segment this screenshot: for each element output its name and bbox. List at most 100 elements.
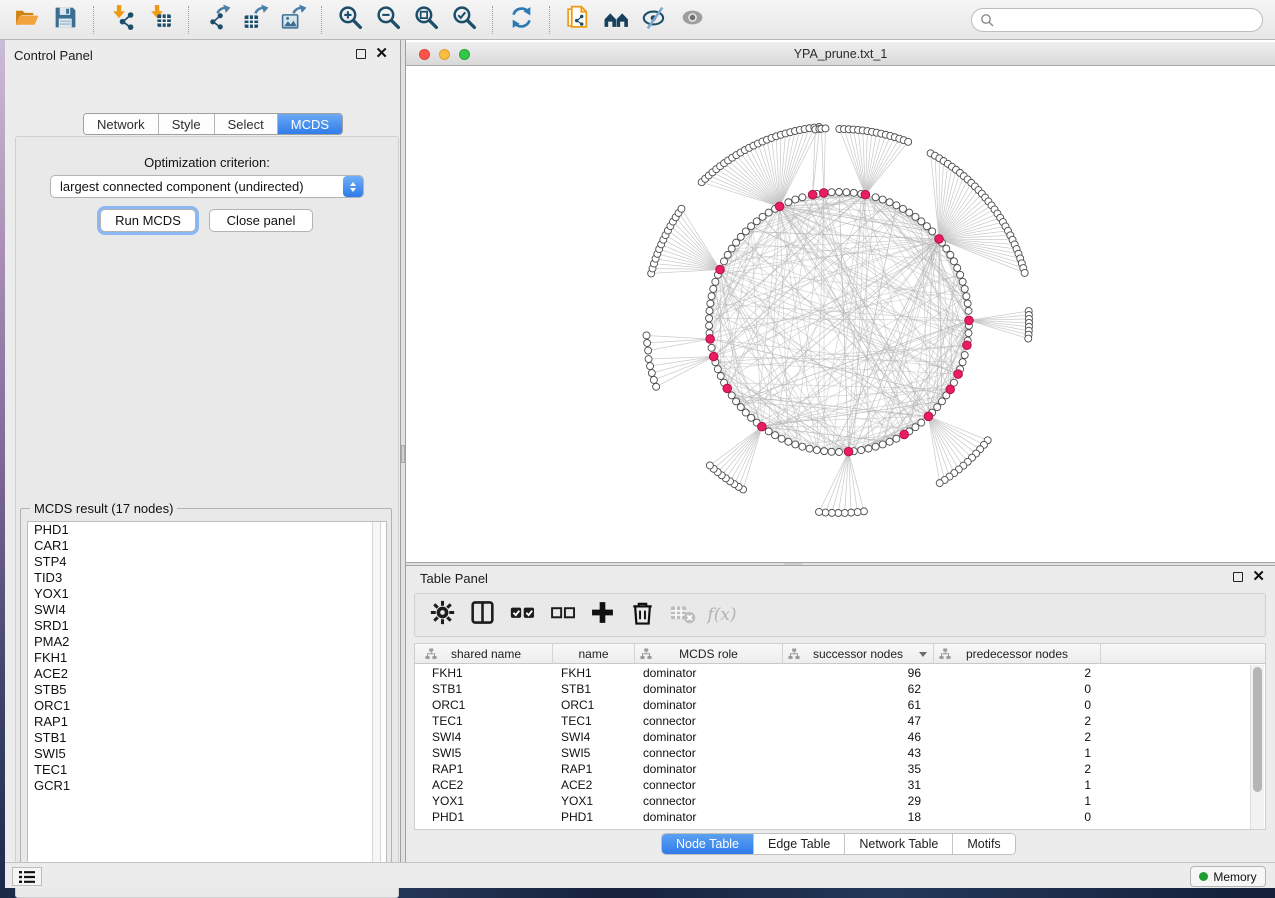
graph-mcds-node[interactable] bbox=[954, 370, 963, 379]
mcds-result-item[interactable]: GCR1 bbox=[28, 778, 386, 794]
import-table-button[interactable] bbox=[141, 3, 179, 37]
float-table-panel-icon[interactable] bbox=[1233, 572, 1243, 582]
graph-node[interactable] bbox=[964, 300, 971, 307]
graph-node[interactable] bbox=[1025, 335, 1032, 342]
mcds-result-item[interactable]: ORC1 bbox=[28, 698, 386, 714]
graph-node[interactable] bbox=[708, 293, 715, 300]
graph-mcds-node[interactable] bbox=[844, 447, 853, 456]
mcds-result-item[interactable]: SWI5 bbox=[28, 746, 386, 762]
graph-node[interactable] bbox=[737, 404, 744, 411]
graph-node[interactable] bbox=[785, 438, 792, 445]
graph-node[interactable] bbox=[848, 509, 855, 516]
graph-node[interactable] bbox=[850, 189, 857, 196]
graph-mcds-node[interactable] bbox=[965, 316, 974, 325]
tab-select[interactable]: Select bbox=[215, 114, 278, 134]
graph-mcds-node[interactable] bbox=[716, 265, 725, 274]
graph-node[interactable] bbox=[905, 138, 912, 145]
graph-node[interactable] bbox=[813, 447, 820, 454]
graph-node[interactable] bbox=[650, 376, 657, 383]
graph-node[interactable] bbox=[836, 449, 843, 456]
graph-node[interactable] bbox=[923, 223, 930, 230]
float-panel-icon[interactable] bbox=[356, 49, 366, 59]
graph-node[interactable] bbox=[872, 194, 879, 201]
graph-mcds-node[interactable] bbox=[758, 422, 767, 431]
graph-node[interactable] bbox=[879, 196, 886, 203]
graph-mcds-node[interactable] bbox=[963, 341, 972, 350]
graph-node[interactable] bbox=[893, 435, 900, 442]
open-file-button[interactable] bbox=[8, 3, 46, 37]
memory-button[interactable]: Memory bbox=[1190, 866, 1266, 887]
graph-node[interactable] bbox=[965, 330, 972, 337]
first-neighbors-button[interactable] bbox=[597, 3, 635, 37]
graph-mcds-node[interactable] bbox=[935, 235, 944, 244]
table-row[interactable]: RAP1RAP1dominator352 bbox=[415, 761, 1265, 777]
graph-node[interactable] bbox=[707, 300, 714, 307]
graph-mcds-node[interactable] bbox=[808, 190, 817, 199]
table-row[interactable]: YOX1YOX1connector291 bbox=[415, 793, 1265, 809]
mcds-result-item[interactable]: ACE2 bbox=[28, 666, 386, 682]
graph-node[interactable] bbox=[943, 245, 950, 252]
network-canvas[interactable] bbox=[406, 66, 1275, 562]
tab-node-table[interactable]: Node Table bbox=[662, 834, 754, 854]
table-row[interactable]: STB1STB1dominator620 bbox=[415, 681, 1265, 697]
mcds-result-item[interactable]: PMA2 bbox=[28, 634, 386, 650]
export-image-button[interactable] bbox=[274, 3, 312, 37]
graph-node[interactable] bbox=[799, 443, 806, 450]
graph-node[interactable] bbox=[918, 218, 925, 225]
graph-node[interactable] bbox=[822, 509, 829, 516]
zoom-out-button[interactable] bbox=[369, 3, 407, 37]
close-panel-icon[interactable]: ✕ bbox=[375, 49, 388, 59]
graph-node[interactable] bbox=[706, 462, 713, 469]
graph-node[interactable] bbox=[643, 332, 650, 339]
graph-node[interactable] bbox=[816, 508, 823, 515]
graph-node[interactable] bbox=[706, 315, 713, 322]
graph-node[interactable] bbox=[828, 509, 835, 516]
graph-node[interactable] bbox=[708, 344, 715, 351]
graph-node[interactable] bbox=[886, 438, 893, 445]
graph-node[interactable] bbox=[961, 352, 968, 359]
graph-node[interactable] bbox=[792, 441, 799, 448]
zoom-fit-button[interactable] bbox=[407, 3, 445, 37]
zoom-selected-button[interactable] bbox=[445, 3, 483, 37]
graph-mcds-node[interactable] bbox=[723, 384, 732, 393]
graph-node[interactable] bbox=[785, 199, 792, 206]
graph-node[interactable] bbox=[886, 199, 893, 206]
network-graph[interactable] bbox=[406, 66, 1275, 562]
vertical-splitter-grip[interactable] bbox=[401, 445, 405, 463]
graph-node[interactable] bbox=[742, 228, 749, 235]
graph-node[interactable] bbox=[912, 424, 919, 431]
graph-node[interactable] bbox=[959, 278, 966, 285]
table-scrollbar-thumb[interactable] bbox=[1253, 667, 1262, 792]
graph-node[interactable] bbox=[936, 480, 943, 487]
search-box[interactable] bbox=[971, 8, 1263, 32]
mcds-result-item[interactable]: TID3 bbox=[28, 570, 386, 586]
graph-node[interactable] bbox=[728, 245, 735, 252]
network-from-file-button[interactable] bbox=[559, 3, 597, 37]
graph-node[interactable] bbox=[1021, 269, 1028, 276]
run-mcds-button[interactable]: Run MCDS bbox=[100, 209, 196, 232]
graph-node[interactable] bbox=[645, 356, 652, 363]
graph-node[interactable] bbox=[860, 508, 867, 515]
graph-node[interactable] bbox=[841, 509, 848, 516]
graph-node[interactable] bbox=[799, 194, 806, 201]
graph-node[interactable] bbox=[748, 223, 755, 230]
graph-node[interactable] bbox=[712, 278, 719, 285]
graph-node[interactable] bbox=[828, 448, 835, 455]
graph-node[interactable] bbox=[724, 251, 731, 258]
graph-node[interactable] bbox=[737, 233, 744, 240]
graph-mcds-node[interactable] bbox=[900, 430, 909, 439]
tab-network-table[interactable]: Network Table bbox=[845, 834, 953, 854]
graph-node[interactable] bbox=[918, 419, 925, 426]
graph-node[interactable] bbox=[957, 271, 964, 278]
graph-node[interactable] bbox=[792, 196, 799, 203]
graph-node[interactable] bbox=[753, 218, 760, 225]
graph-node[interactable] bbox=[647, 363, 654, 370]
column-header-predecessor-nodes[interactable]: predecessor nodes bbox=[934, 644, 1101, 664]
graph-mcds-node[interactable] bbox=[820, 189, 829, 198]
tab-mcds[interactable]: MCDS bbox=[278, 114, 342, 134]
mcds-result-item[interactable]: STP4 bbox=[28, 554, 386, 570]
column-header-MCDS-role[interactable]: MCDS role bbox=[635, 644, 783, 664]
graph-node[interactable] bbox=[653, 383, 660, 390]
column-header-name[interactable]: name bbox=[553, 644, 635, 664]
tab-edge-table[interactable]: Edge Table bbox=[754, 834, 845, 854]
